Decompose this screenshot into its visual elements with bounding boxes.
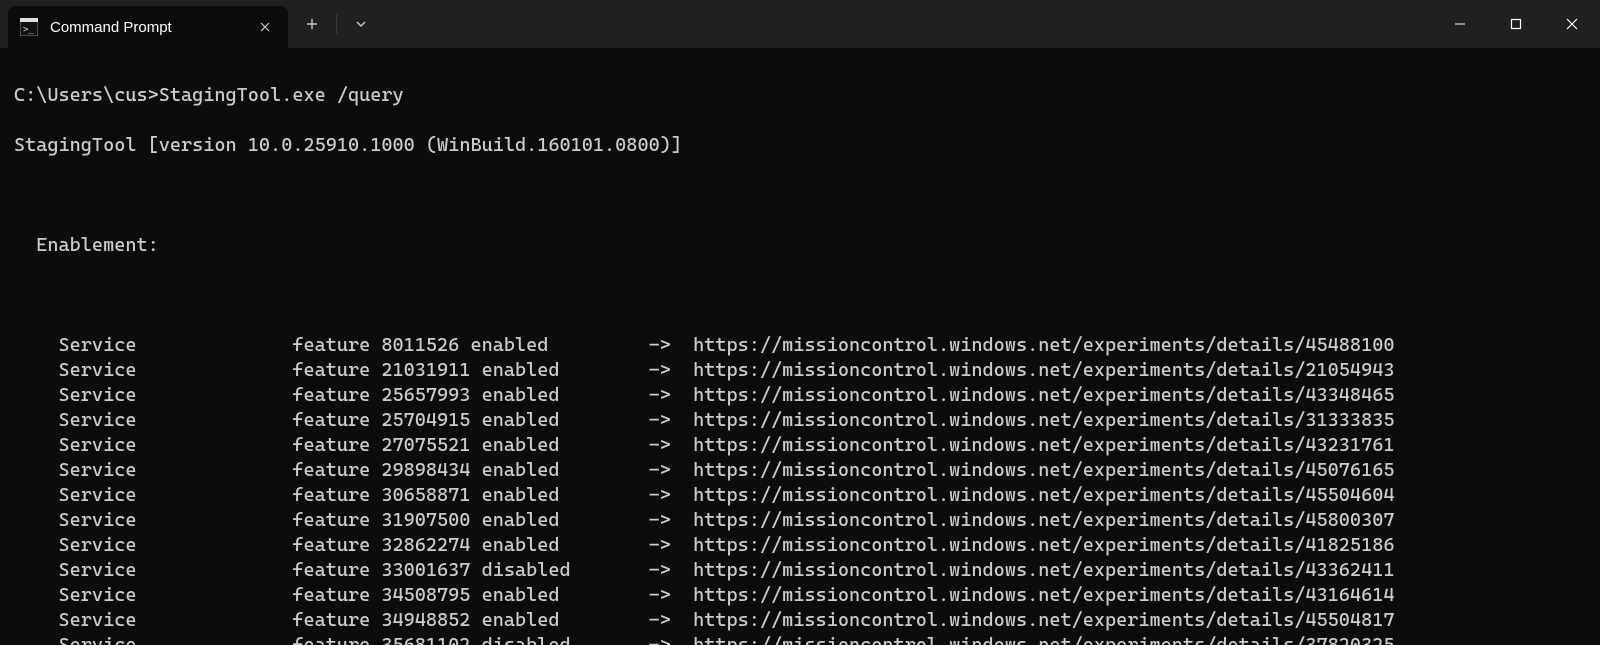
output-row: Servicefeature 34508795 enabled-> https:…	[14, 583, 1586, 608]
new-tab-button[interactable]	[288, 0, 336, 48]
row-url: https://missioncontrol.windows.net/exper…	[693, 484, 1394, 506]
row-source: Service	[14, 583, 292, 608]
row-feature: feature 25657993 enabled	[292, 383, 648, 408]
output-row: Servicefeature 31907500 enabled-> https:…	[14, 508, 1586, 533]
arrow-icon: ->	[649, 358, 694, 383]
output-row: Servicefeature 21031911 enabled-> https:…	[14, 358, 1586, 383]
row-feature: feature 34948852 enabled	[292, 608, 648, 633]
row-feature: feature 34508795 enabled	[292, 583, 648, 608]
window-controls	[1432, 0, 1600, 48]
arrow-icon: ->	[649, 383, 694, 408]
cmd-icon: >_	[20, 18, 38, 36]
version-line: StagingTool [version 10.0.25910.1000 (Wi…	[14, 133, 1586, 158]
output-row: Servicefeature 25704915 enabled-> https:…	[14, 408, 1586, 433]
section-header: Enablement:	[14, 233, 1586, 258]
tab-active[interactable]: >_ Command Prompt	[8, 6, 288, 48]
row-url: https://missioncontrol.windows.net/exper…	[693, 634, 1394, 645]
arrow-icon: ->	[649, 458, 694, 483]
output-row: Servicefeature 34948852 enabled-> https:…	[14, 608, 1586, 633]
row-source: Service	[14, 483, 292, 508]
arrow-icon: ->	[649, 483, 694, 508]
titlebar: >_ Command Prompt	[0, 0, 1600, 48]
row-source: Service	[14, 633, 292, 645]
row-feature: feature 35681102 disabled	[292, 633, 648, 645]
row-source: Service	[14, 558, 292, 583]
maximize-button[interactable]	[1488, 0, 1544, 48]
row-url: https://missioncontrol.windows.net/exper…	[693, 559, 1394, 581]
row-feature: feature 25704915 enabled	[292, 408, 648, 433]
output-row: Servicefeature 29898434 enabled-> https:…	[14, 458, 1586, 483]
titlebar-drag-region[interactable]	[385, 0, 1432, 48]
row-feature: feature 29898434 enabled	[292, 458, 648, 483]
output-row: Servicefeature 27075521 enabled-> https:…	[14, 433, 1586, 458]
row-feature: feature 8011526 enabled	[292, 333, 648, 358]
row-feature: feature 27075521 enabled	[292, 433, 648, 458]
arrow-icon: ->	[649, 508, 694, 533]
svg-text:>_: >_	[23, 25, 34, 35]
row-source: Service	[14, 508, 292, 533]
row-url: https://missioncontrol.windows.net/exper…	[693, 509, 1394, 531]
tab-close-button[interactable]	[256, 18, 274, 36]
output-row: Servicefeature 33001637 disabled-> https…	[14, 558, 1586, 583]
row-source: Service	[14, 333, 292, 358]
arrow-icon: ->	[649, 633, 694, 645]
row-feature: feature 21031911 enabled	[292, 358, 648, 383]
close-window-button[interactable]	[1544, 0, 1600, 48]
row-feature: feature 32862274 enabled	[292, 533, 648, 558]
row-source: Service	[14, 383, 292, 408]
minimize-button[interactable]	[1432, 0, 1488, 48]
row-url: https://missioncontrol.windows.net/exper…	[693, 434, 1394, 456]
prompt-path: C:\Users\cus>	[14, 84, 159, 106]
row-url: https://missioncontrol.windows.net/exper…	[693, 584, 1394, 606]
arrow-icon: ->	[649, 333, 694, 358]
arrow-icon: ->	[649, 433, 694, 458]
output-row: Servicefeature 30658871 enabled-> https:…	[14, 483, 1586, 508]
row-feature: feature 31907500 enabled	[292, 508, 648, 533]
row-url: https://missioncontrol.windows.net/exper…	[693, 334, 1394, 356]
output-row: Servicefeature 35681102 disabled-> https…	[14, 633, 1586, 645]
row-source: Service	[14, 408, 292, 433]
row-source: Service	[14, 358, 292, 383]
row-url: https://missioncontrol.windows.net/exper…	[693, 609, 1394, 631]
row-url: https://missioncontrol.windows.net/exper…	[693, 534, 1394, 556]
output-row: Servicefeature 8011526 enabled-> https:/…	[14, 333, 1586, 358]
output-row: Servicefeature 25657993 enabled-> https:…	[14, 383, 1586, 408]
tab-dropdown-button[interactable]	[337, 0, 385, 48]
prompt-line: C:\Users\cus>StagingTool.exe /query	[14, 83, 1586, 108]
arrow-icon: ->	[649, 608, 694, 633]
row-url: https://missioncontrol.windows.net/exper…	[693, 459, 1394, 481]
row-source: Service	[14, 533, 292, 558]
row-feature: feature 33001637 disabled	[292, 558, 648, 583]
row-url: https://missioncontrol.windows.net/exper…	[693, 359, 1394, 381]
row-url: https://missioncontrol.windows.net/exper…	[693, 409, 1394, 431]
output-row: Servicefeature 32862274 enabled-> https:…	[14, 533, 1586, 558]
terminal-output[interactable]: C:\Users\cus>StagingTool.exe /query Stag…	[0, 48, 1600, 645]
arrow-icon: ->	[649, 583, 694, 608]
row-url: https://missioncontrol.windows.net/exper…	[693, 384, 1394, 406]
arrow-icon: ->	[649, 558, 694, 583]
row-source: Service	[14, 433, 292, 458]
row-source: Service	[14, 608, 292, 633]
arrow-icon: ->	[649, 408, 694, 433]
row-feature: feature 30658871 enabled	[292, 483, 648, 508]
row-source: Service	[14, 458, 292, 483]
tab-title: Command Prompt	[50, 19, 244, 36]
prompt-command: StagingTool.exe /query	[159, 84, 404, 106]
arrow-icon: ->	[649, 533, 694, 558]
